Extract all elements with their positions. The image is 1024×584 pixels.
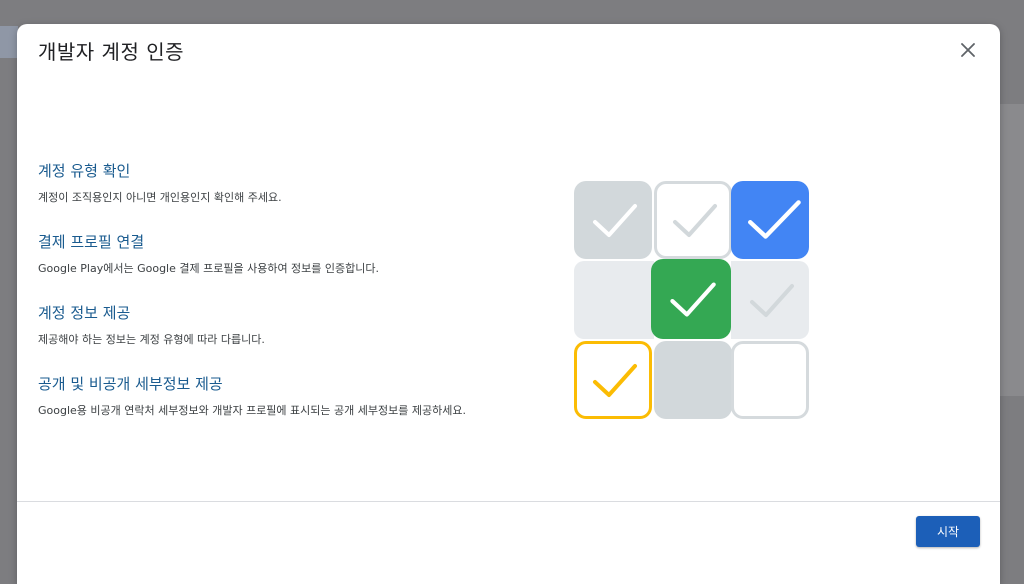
start-button[interactable]: 시작 [916, 516, 980, 547]
checkmark-grid-icon [574, 181, 812, 419]
tile-outline [731, 341, 809, 419]
step-account-type: 계정 유형 확인 계정이 조직용인지 아니면 개인용인지 확인해 주세요. [38, 160, 558, 205]
step-title: 공개 및 비공개 세부정보 제공 [38, 375, 223, 393]
step-description: Google Play에서는 Google 결제 프로필을 사용하여 정보를 인… [38, 262, 380, 275]
tile-yellow-check [574, 341, 652, 419]
verification-dialog: 개발자 계정 인증 계정 유형 확인 계정이 조직용인지 아니면 개인용인지 확… [17, 24, 1000, 584]
step-payments-profile: 결제 프로필 연결 Google Play에서는 Google 결제 프로필을 … [38, 231, 558, 276]
tile-light-check [731, 261, 809, 339]
step-title: 계정 정보 제공 [38, 304, 131, 322]
steps-list: 계정 유형 확인 계정이 조직용인지 아니면 개인용인지 확인해 주세요. 결제… [38, 160, 558, 444]
tile-gray [654, 341, 732, 419]
step-description: Google용 비공개 연락처 세부정보와 개발자 프로필에 표시되는 공개 세… [38, 404, 466, 417]
close-icon [961, 43, 975, 57]
step-account-info: 계정 정보 제공 제공해야 하는 정보는 계정 유형에 따라 다릅니다. [38, 302, 558, 347]
tile-light [574, 261, 654, 339]
tile-blue-check [731, 181, 809, 259]
tile-gray-check [574, 181, 652, 259]
tile-green-check [651, 259, 731, 339]
backdrop-strip [0, 26, 18, 58]
step-title: 계정 유형 확인 [38, 162, 131, 180]
footer-divider [17, 501, 1000, 502]
step-public-private-details: 공개 및 비공개 세부정보 제공 Google용 비공개 연락처 세부정보와 개… [38, 373, 558, 418]
close-button[interactable] [956, 38, 980, 62]
tile-outline-check [654, 181, 732, 259]
step-description: 제공해야 하는 정보는 계정 유형에 따라 다릅니다. [38, 333, 265, 346]
backdrop-panel [1000, 104, 1024, 396]
step-title: 결제 프로필 연결 [38, 233, 145, 251]
dialog-title: 개발자 계정 인증 [38, 40, 185, 64]
step-description: 계정이 조직용인지 아니면 개인용인지 확인해 주세요. [38, 191, 282, 204]
